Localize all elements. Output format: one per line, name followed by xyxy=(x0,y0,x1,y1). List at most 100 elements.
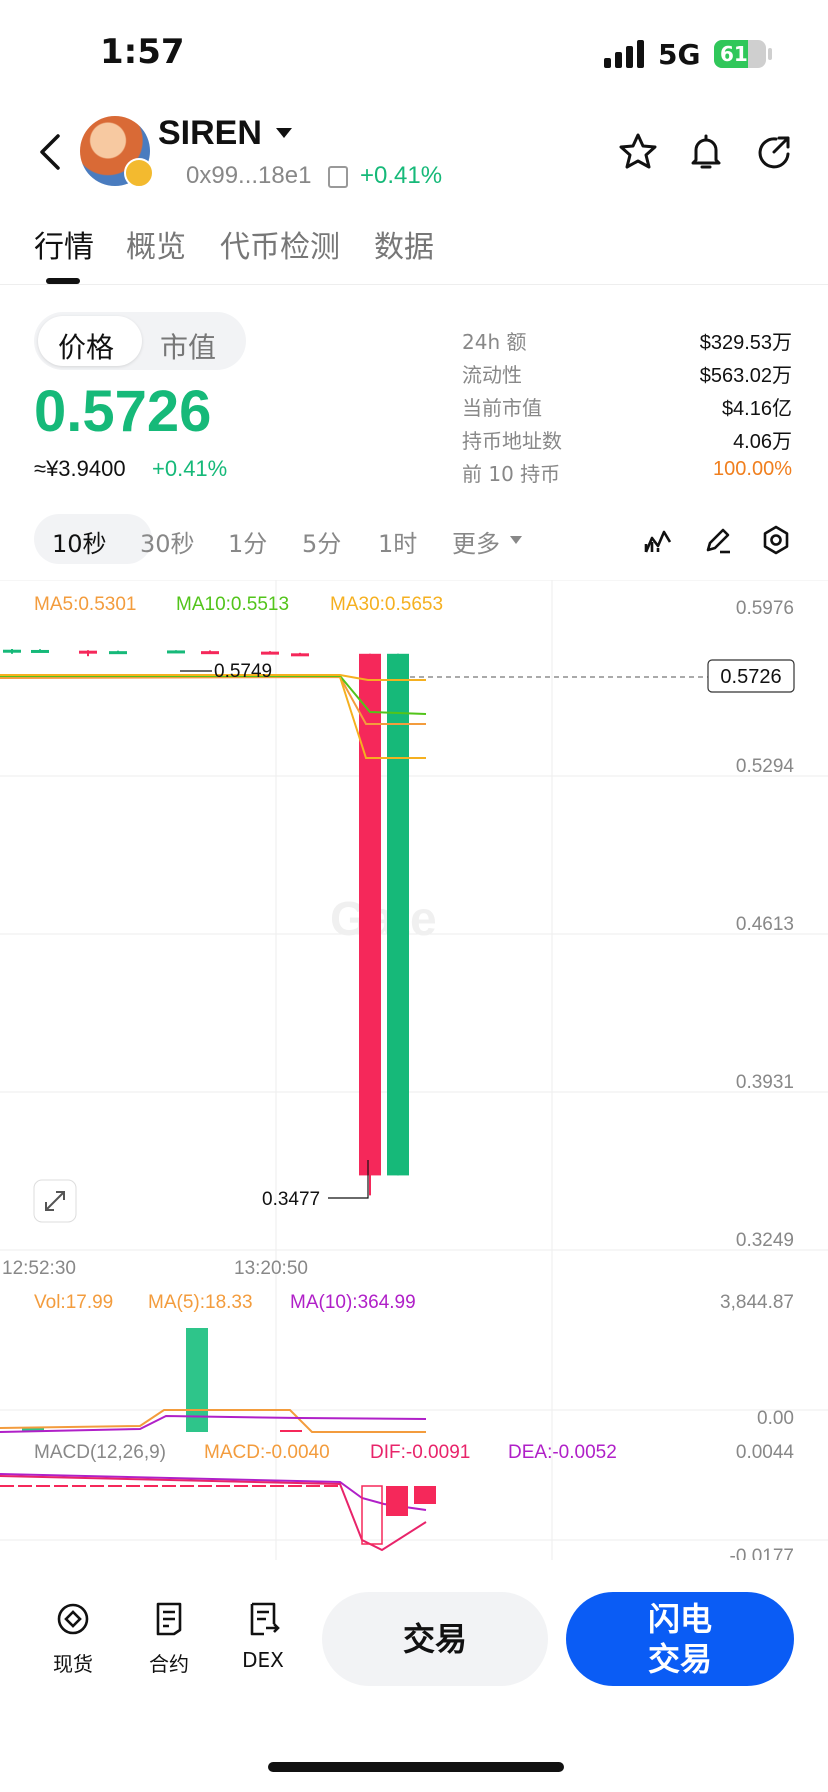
stat-value-volume: $329.53万 xyxy=(699,332,792,354)
tab-divider xyxy=(0,284,828,285)
ma10-legend: MA10:0.5513 xyxy=(176,594,289,615)
contract-icon xyxy=(156,1602,182,1636)
macd-axis-top: 0.0044 xyxy=(736,1442,795,1463)
chart-grid xyxy=(0,580,828,1560)
watermark: Gate xyxy=(330,893,437,946)
indicator-icon[interactable] xyxy=(642,524,674,556)
star-icon[interactable] xyxy=(616,130,660,174)
low-marker: 0.3477 xyxy=(262,1189,320,1210)
candle-body xyxy=(359,653,381,1176)
interval-5m[interactable]: 5分 xyxy=(302,524,341,559)
macd-legend: MACD(12,26,9) xyxy=(34,1442,166,1463)
interval-more[interactable]: 更多 xyxy=(452,524,500,559)
ma30-legend: MA30:0.5653 xyxy=(330,594,443,615)
price-cny: ≈¥3.9400 xyxy=(34,456,126,481)
copy-icon[interactable] xyxy=(328,166,348,188)
toggle-market-cap[interactable]: 市值 xyxy=(160,326,216,366)
candle-body xyxy=(79,650,97,654)
stat-value-liquidity: $563.02万 xyxy=(699,365,792,387)
vol-ma10-line xyxy=(0,1414,427,1433)
candle-body xyxy=(3,649,21,653)
stat-label-mcap: 当前市值 xyxy=(462,396,542,420)
chevron-down-icon[interactable] xyxy=(276,128,292,138)
header-change: +0.41% xyxy=(360,162,443,189)
candle-body xyxy=(261,651,279,655)
stat-value-top10: 100.00% xyxy=(713,458,792,480)
nav-spot[interactable]: 现货 xyxy=(38,1600,108,1677)
price-axis-label: 0.3249 xyxy=(736,1230,794,1251)
more-caret-icon xyxy=(510,536,522,544)
vol-axis-max: 3,844.87 xyxy=(720,1292,794,1313)
candle-body xyxy=(387,653,409,1176)
tab-token-check[interactable]: 代币检测 xyxy=(220,222,340,266)
volume-bar xyxy=(280,1430,302,1432)
stat-value-holders: 4.06万 xyxy=(733,431,792,453)
ma-drop-line xyxy=(339,676,426,759)
share-icon[interactable] xyxy=(752,130,796,174)
signal-icon xyxy=(604,40,646,68)
stat-label-top10: 前 10 持币 xyxy=(462,462,561,486)
stat-label-holders: 持币地址数 xyxy=(462,429,562,453)
trade-button[interactable]: 交易 xyxy=(322,1592,548,1686)
network-label: 5G xyxy=(658,38,701,71)
battery-tip xyxy=(768,48,772,60)
interval-10s[interactable]: 10秒 xyxy=(52,524,107,559)
interval-1h[interactable]: 1时 xyxy=(378,524,417,559)
status-time: 1:57 xyxy=(100,32,185,72)
home-indicator xyxy=(268,1762,564,1772)
nav-contract[interactable]: 合约 xyxy=(134,1600,204,1677)
price-axis-label: 0.5976 xyxy=(736,598,794,619)
macd-bar xyxy=(361,1485,383,1545)
flash-trade-button[interactable]: 闪电 交易 xyxy=(566,1592,794,1686)
battery-icon: 61 xyxy=(714,40,766,68)
nav-dex-label: DEX xyxy=(242,1648,284,1672)
candle-body xyxy=(291,653,309,657)
dea-value: DEA:-0.0052 xyxy=(508,1442,617,1463)
stat-value-mcap: $4.16亿 xyxy=(721,398,792,420)
tab-overview[interactable]: 概览 xyxy=(126,222,186,266)
macd-bar xyxy=(386,1486,408,1516)
price-axis-label: 0.5294 xyxy=(736,756,795,777)
stat-label-volume: 24h 额 xyxy=(462,330,527,354)
toggle-price[interactable]: 价格 xyxy=(58,326,114,366)
candle-body xyxy=(31,649,49,653)
nav-contract-label: 合约 xyxy=(149,1652,189,1676)
price-change: +0.41% xyxy=(152,456,228,481)
current-price: 0.5726 xyxy=(34,379,212,444)
interval-30s[interactable]: 30秒 xyxy=(140,524,195,559)
tab-market[interactable]: 行情 xyxy=(34,222,94,266)
macd-value: MACD:-0.0040 xyxy=(204,1442,330,1463)
nav-dex[interactable]: DEX xyxy=(228,1600,298,1672)
vol-ma10-legend: MA(10):364.99 xyxy=(290,1292,416,1313)
dex-icon xyxy=(250,1602,280,1636)
token-address: 0x99...18e1 xyxy=(186,162,312,189)
interval-1m[interactable]: 1分 xyxy=(228,524,267,559)
vol-legend: Vol:17.99 xyxy=(34,1292,113,1313)
chain-badge-icon xyxy=(124,158,154,188)
nav-spot-label: 现货 xyxy=(53,1652,93,1676)
battery-level: 61 xyxy=(720,42,748,66)
price-axis-label: 0.4613 xyxy=(736,914,794,935)
settings-icon[interactable] xyxy=(760,524,792,556)
token-name[interactable]: SIREN xyxy=(158,114,262,153)
current-price-tag: 0.5726 xyxy=(720,666,781,688)
vol-ma5-line xyxy=(0,1409,426,1433)
volume-bars xyxy=(22,1328,302,1432)
candle-body xyxy=(109,651,127,655)
bell-icon[interactable] xyxy=(684,130,728,174)
high-marker: 0.5749 xyxy=(214,661,272,682)
time-axis-label: 12:52:30 xyxy=(2,1258,76,1279)
stat-label-liquidity: 流动性 xyxy=(462,363,522,387)
kline-chart[interactable]: Gate MA5:0.5301 MA10:0.5513 MA30:0.5653 … xyxy=(0,580,828,1560)
tab-data[interactable]: 数据 xyxy=(374,222,434,266)
price-axis-label: 0.3931 xyxy=(736,1072,794,1093)
back-icon[interactable] xyxy=(36,132,64,172)
vol-ma5-legend: MA(5):18.33 xyxy=(148,1292,253,1313)
expand-icon[interactable] xyxy=(33,1179,77,1223)
vol-axis-min: 0.00 xyxy=(757,1408,794,1429)
flash-trade-line2: 交易 xyxy=(647,1640,712,1678)
pencil-icon[interactable] xyxy=(702,524,734,556)
dif-value: DIF:-0.0091 xyxy=(370,1442,470,1463)
candle-body xyxy=(201,651,219,655)
time-axis-label: 13:20:50 xyxy=(234,1258,308,1279)
